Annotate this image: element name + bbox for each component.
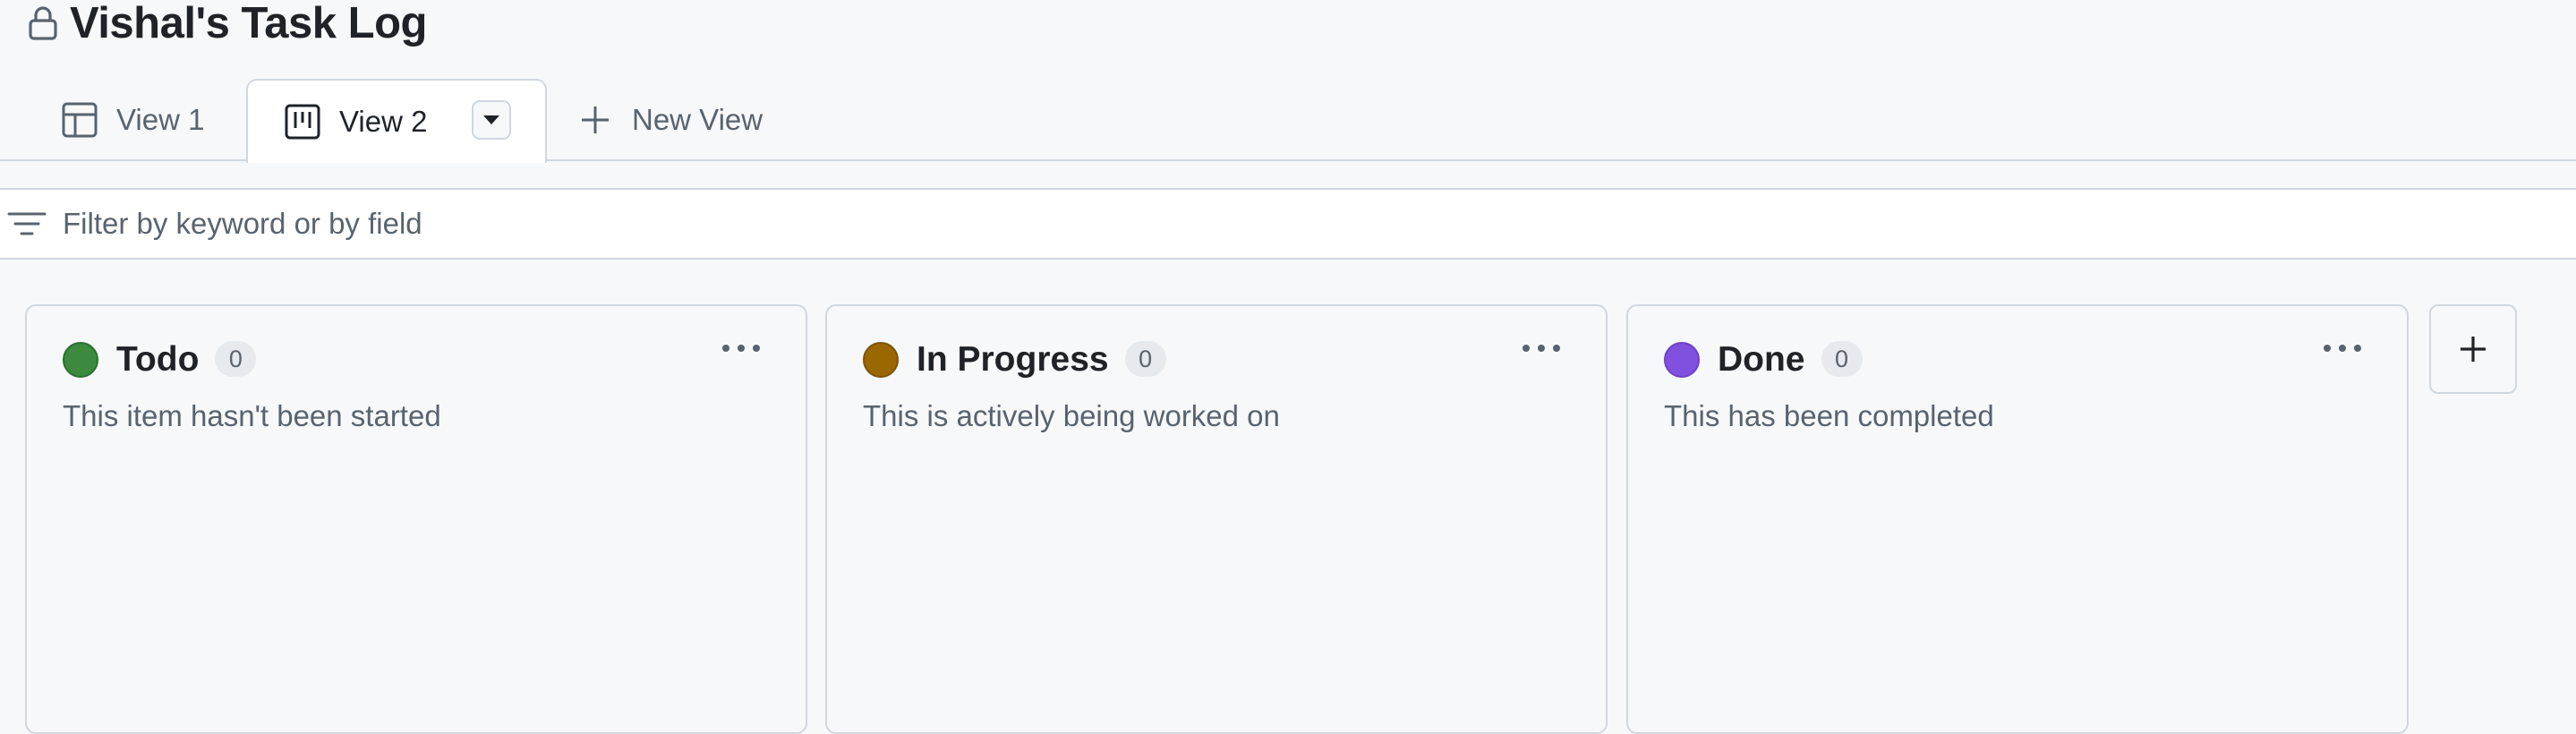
item-count-badge: 0	[215, 341, 257, 377]
status-dot	[1664, 342, 1700, 378]
kebab-horizontal-icon	[722, 345, 760, 352]
view-options-button[interactable]	[472, 100, 511, 140]
new-view-button[interactable]: New View	[555, 79, 784, 161]
filter-icon	[7, 212, 47, 235]
kebab-horizontal-icon	[2324, 345, 2361, 352]
add-column-button[interactable]	[2429, 304, 2517, 394]
tab-view-1-label: View 1	[116, 103, 205, 136]
column-description: This has been completed	[1664, 399, 1994, 432]
board-column-in-progress: In Progress 0 This is actively being work…	[825, 304, 1608, 734]
board-icon	[285, 104, 320, 140]
table-icon	[62, 102, 98, 138]
status-dot	[863, 342, 899, 378]
lock-icon	[29, 6, 57, 40]
column-title: Done	[1718, 340, 1805, 379]
status-dot	[63, 342, 98, 378]
column-menu-button[interactable]	[714, 335, 768, 362]
item-count-badge: 0	[1821, 341, 1863, 377]
new-view-label: New View	[632, 103, 763, 136]
filter-bar	[0, 188, 2576, 260]
column-description: This is actively being worked on	[863, 399, 1280, 432]
column-title: In Progress	[917, 340, 1109, 379]
plus-icon	[2461, 337, 2486, 362]
column-menu-button[interactable]	[1514, 335, 1568, 362]
tab-view-2-label: View 2	[339, 105, 428, 138]
triangle-down-icon	[483, 115, 499, 124]
column-menu-button[interactable]	[2316, 335, 2369, 362]
column-description: This item hasn't been started	[63, 399, 441, 432]
page-title: Vishal's Task Log	[70, 0, 427, 47]
item-count-badge: 0	[1124, 341, 1166, 377]
kebab-horizontal-icon	[1523, 345, 1560, 352]
board-column-done: Done 0 This has been completed	[1626, 304, 2409, 734]
filter-input[interactable]	[63, 207, 2479, 241]
tab-view-2[interactable]: View 2	[246, 79, 547, 163]
board-column-todo: Todo 0 This item hasn't been started	[25, 304, 807, 734]
tab-view-1[interactable]: View 1	[38, 79, 227, 161]
column-title: Todo	[116, 340, 200, 379]
plus-icon	[582, 107, 609, 133]
